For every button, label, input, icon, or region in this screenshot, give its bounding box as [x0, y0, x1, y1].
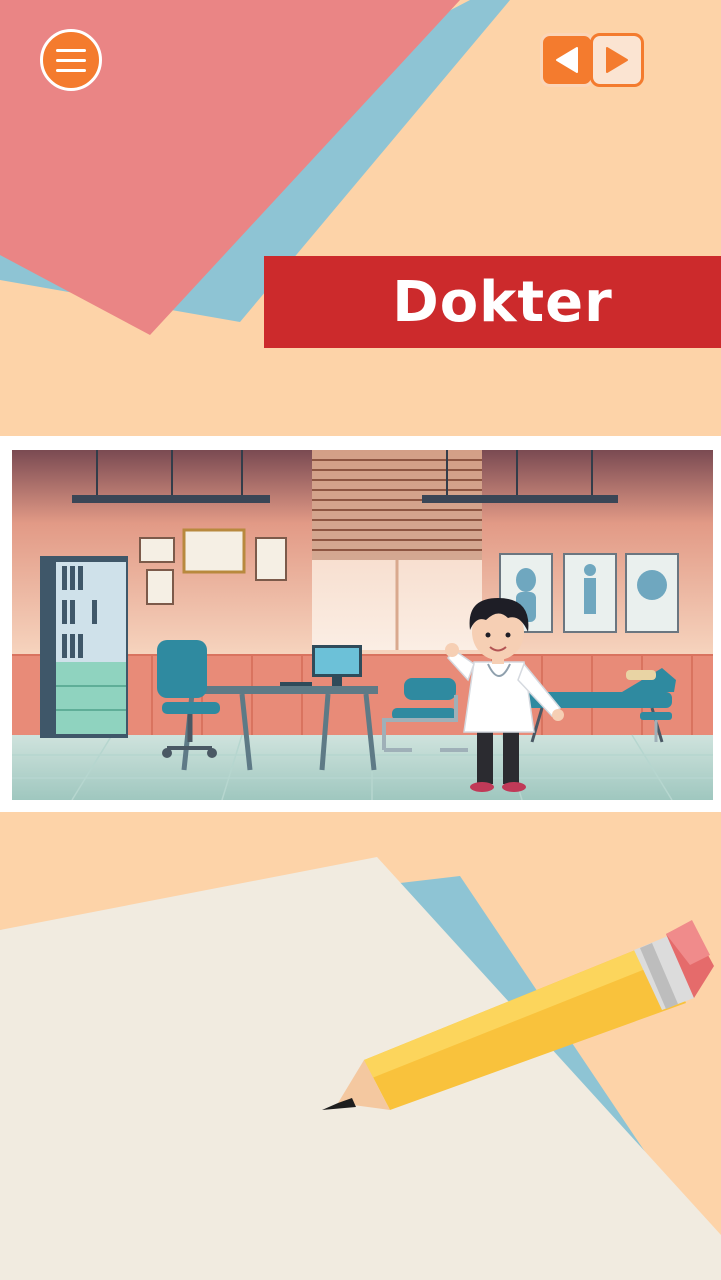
triangle-left-icon [556, 47, 578, 73]
doctor-office-illustration [12, 450, 713, 800]
menu-icon-bar [56, 58, 86, 62]
triangle-right-icon [606, 47, 628, 73]
menu-icon-bar [56, 68, 86, 72]
next-button[interactable] [590, 33, 644, 87]
previous-button[interactable] [540, 33, 594, 87]
floor [12, 735, 713, 800]
page: Dokter [0, 0, 721, 1280]
page-title: Dokter [392, 269, 613, 335]
navigation-buttons [540, 33, 644, 87]
menu-button[interactable] [40, 29, 102, 91]
title-banner: Dokter [264, 256, 721, 348]
bookshelf-cabinet [40, 556, 128, 738]
menu-icon-bar [56, 48, 86, 52]
doctor-office-scene [12, 450, 713, 800]
